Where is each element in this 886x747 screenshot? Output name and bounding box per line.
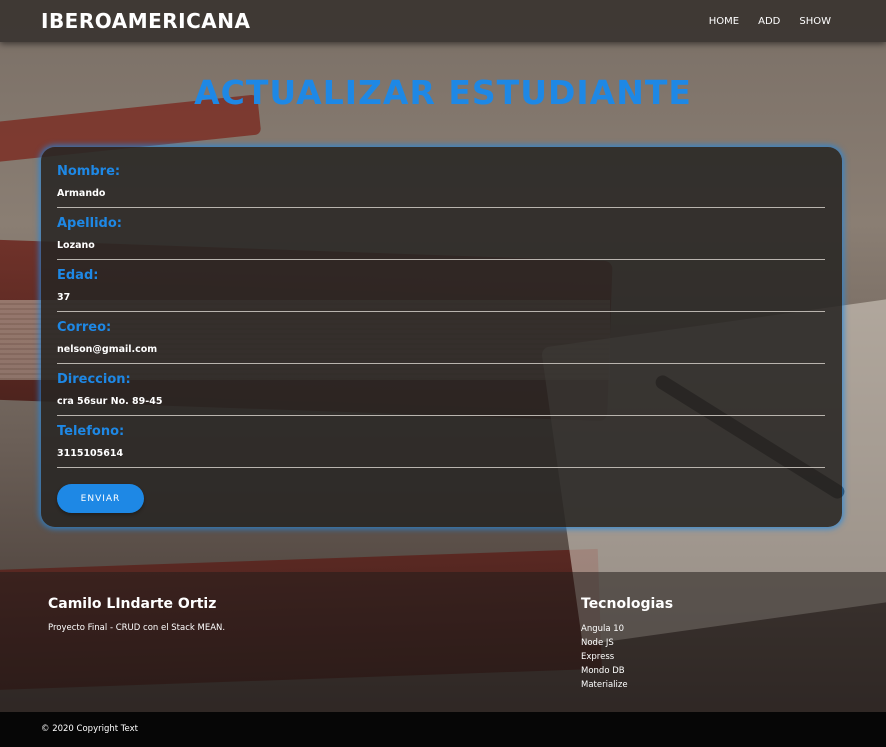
tech-item: Materialize xyxy=(581,680,628,690)
student-form-card: Nombre: Armando Apellido: Lozano Edad: 3… xyxy=(41,147,842,527)
field-label: Apellido: xyxy=(57,216,122,231)
field-label: Direccion: xyxy=(57,372,131,387)
navbar: IBEROAMERICANA HOME ADD SHOW xyxy=(0,0,886,42)
tech-item: Mondo DB xyxy=(581,666,625,676)
correo-input[interactable]: nelson@gmail.com xyxy=(57,344,825,364)
copyright-text: © 2020 Copyright Text xyxy=(41,724,138,734)
nav-links: HOME ADD SHOW xyxy=(690,0,831,42)
field-direccion: Direccion: cra 56sur No. 89-45 xyxy=(57,372,825,416)
field-correo: Correo: nelson@gmail.com xyxy=(57,320,825,364)
nav-link-add[interactable]: ADD xyxy=(758,16,780,27)
nombre-input[interactable]: Armando xyxy=(57,188,825,208)
field-apellido: Apellido: Lozano xyxy=(57,216,825,260)
footer-description: Proyecto Final - CRUD con el Stack MEAN. xyxy=(48,623,226,633)
footer-tech-title: Tecnologias xyxy=(581,596,674,612)
field-telefono: Telefono: 3115105614 xyxy=(57,424,825,468)
tech-item: Node JS xyxy=(581,638,614,648)
field-label: Correo: xyxy=(57,320,112,335)
edad-input[interactable]: 37 xyxy=(57,292,825,312)
tech-item: Express xyxy=(581,652,615,662)
direccion-input[interactable]: cra 56sur No. 89-45 xyxy=(57,396,825,416)
field-label: Nombre: xyxy=(57,164,121,179)
telefono-input[interactable]: 3115105614 xyxy=(57,448,825,468)
field-edad: Edad: 37 xyxy=(57,268,825,312)
field-label: Edad: xyxy=(57,268,99,283)
footer: Camilo LIndarte Ortiz Proyecto Final - C… xyxy=(0,572,886,712)
copyright-bar: © 2020 Copyright Text xyxy=(0,712,886,747)
nav-link-show[interactable]: SHOW xyxy=(799,16,831,27)
page-title: ACTUALIZAR ESTUDIANTE xyxy=(194,73,692,112)
field-nombre: Nombre: Armando xyxy=(57,164,825,208)
enviar-button[interactable]: ENVIAR xyxy=(57,484,144,513)
nav-link-home[interactable]: HOME xyxy=(709,16,739,27)
apellido-input[interactable]: Lozano xyxy=(57,240,825,260)
brand-logo[interactable]: IBEROAMERICANA xyxy=(41,9,250,33)
field-label: Telefono: xyxy=(57,424,125,439)
footer-author: Camilo LIndarte Ortiz xyxy=(48,596,217,612)
tech-list: Angula 10 Node JS Express Mondo DB Mater… xyxy=(581,622,628,692)
tech-item: Angula 10 xyxy=(581,624,625,634)
